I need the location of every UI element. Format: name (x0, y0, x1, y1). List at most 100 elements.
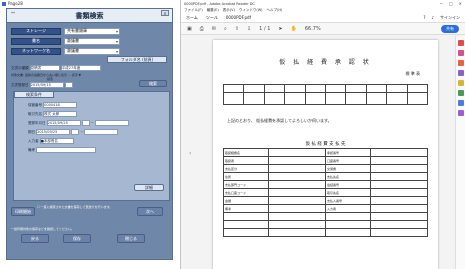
tab-tools[interactable]: ツール (206, 15, 218, 21)
table-cell: 支払区分 (223, 164, 269, 173)
chevron-down-icon: ▾ (115, 38, 118, 44)
print-start-button[interactable]: 印刷開始 (11, 207, 35, 216)
signin-link[interactable]: サインイン (440, 15, 460, 21)
export-pdf-icon[interactable] (458, 40, 464, 46)
share-button[interactable]: 共有 (441, 24, 459, 33)
app-titlebar: Page28 (0, 0, 180, 7)
status-input[interactable]: 見積書 (29, 65, 60, 71)
pdf-viewer-window: 0000PDF.pdf - Adobe Acrobat Reader DC − … (180, 0, 465, 269)
date-input[interactable]: 2015/09/15 (29, 82, 64, 88)
status-row: 文書の種類 見積書 平成27年度 (11, 65, 101, 71)
storage-no-input[interactable]: 0000418 (43, 102, 78, 108)
exit-button[interactable]: 閉じる (117, 234, 145, 243)
calendar-icon[interactable] (64, 82, 73, 88)
calendar-icon[interactable] (71, 129, 80, 135)
go-button[interactable]: 検索 (139, 80, 167, 87)
doc-title: 仮 払 経 費 承 認 状 (279, 59, 372, 66)
help-icon[interactable]: ? (423, 15, 425, 20)
tab-home[interactable]: ホーム (186, 15, 198, 21)
send-icon[interactable] (458, 110, 464, 116)
table-cell: 支払口座コード (223, 188, 269, 197)
close-icon[interactable]: × (459, 1, 462, 6)
menu-help[interactable]: ヘルプ(H) (267, 8, 283, 13)
search-app-window: Page28 ** 書類検索 × ストレージ 共有書類庫 ▾ 書名 稟議書 ▾ ネッ… (0, 0, 180, 269)
payee-table: 取扱経費名 承認番号 取扱者 口座番号 支払区分 交通費 住所 支払先名 支払部門コード… (223, 148, 429, 237)
detail-button[interactable]: 詳細 (134, 184, 164, 191)
create-pdf-icon[interactable] (458, 50, 464, 56)
bottom-note: 一括印刷対象の保存などを確認してください。 (11, 227, 74, 231)
menu-window[interactable]: ウィンドウ(W) (239, 8, 263, 13)
calendar-icon[interactable] (81, 120, 90, 126)
table-cell: 口座番号 (324, 156, 371, 165)
due-to-input[interactable] (84, 129, 119, 135)
stamp-icon[interactable] (458, 80, 464, 86)
page-number[interactable]: 1 / 1 (259, 26, 270, 32)
doc-subtitle: 標 準 表 (405, 71, 420, 76)
table-cell: 取扱者 (223, 156, 269, 165)
viewer-window-title: 0000PDF.pdf - Adobe Acrobat Reader DC (184, 1, 255, 6)
protect-icon[interactable] (458, 100, 464, 106)
folder-button[interactable]: フォルダ名 (前頁) (107, 56, 167, 63)
approval-grid (222, 84, 429, 105)
print-icon[interactable]: ⎙ (200, 26, 204, 32)
inputter-select[interactable]: ■本部長名 (39, 138, 74, 144)
table-cell: 交通費 (324, 164, 371, 173)
search-panel: ** 書類検索 × ストレージ 共有書類庫 ▾ 書名 稟議書 ▾ ネットワーク名 稟… (6, 8, 173, 260)
next-button[interactable]: 次へ (137, 207, 163, 216)
prev-page-icon[interactable]: ‹ (189, 150, 191, 157)
reg-date-input[interactable]: 2015/09/25 (46, 120, 81, 126)
row-client: 取引先名 株式 太郎 (28, 111, 78, 117)
row-remarks: 備考 (28, 147, 97, 153)
organize-icon[interactable] (458, 90, 464, 96)
zoom-level[interactable]: 66.7% (305, 26, 321, 32)
menu-view[interactable]: 表示(V) (223, 8, 235, 13)
client-input[interactable]: 株式 太郎 (43, 111, 78, 117)
field-network: ネットワーク名 稟議書 ▾ (11, 47, 120, 55)
menu-edit[interactable]: 編集(E) (207, 8, 219, 13)
pdf-page: 仮 払 経 費 承 認 状 標 準 表 上記のとおり、 仮払経費を承認してよろし… (213, 40, 438, 269)
minimize-icon[interactable]: − (440, 1, 443, 6)
checkbox-text[interactable]: ☐ 一度に検索された文書を保存して頁送りを行います。 (37, 205, 127, 209)
comment-icon[interactable] (458, 60, 464, 66)
menu-file[interactable]: ファイル(F) (184, 8, 203, 13)
table-cell: 支払先名 (324, 172, 371, 181)
field-label: ストレージ (11, 27, 61, 35)
date-row: 文書登録日 2015/09/15 (11, 82, 73, 88)
remarks-input[interactable] (36, 147, 97, 153)
maximize-icon[interactable]: □ (449, 1, 453, 6)
criteria-tab[interactable]: 検索条件 (14, 91, 54, 98)
panel-header: ** 書類検索 × (7, 9, 172, 23)
bell-icon[interactable]: ♪ (431, 15, 434, 20)
zoom-icon[interactable]: ⌕ (224, 26, 227, 32)
due-input[interactable]: 2015/09/25 (36, 129, 71, 135)
mail-icon[interactable]: ✉ (212, 26, 216, 32)
criteria-box: 検索条件 保管番号 0000418 取引先名 株式 太郎 登録年月日 2015/… (13, 91, 170, 201)
tools-sidebar (455, 36, 465, 269)
reg-date-to-input[interactable] (94, 120, 129, 126)
year-select[interactable]: 平成27年度 (60, 65, 101, 71)
cursor-icon[interactable]: ➤ (278, 26, 282, 32)
table-cell: 取引先名 (324, 188, 371, 197)
network-select[interactable]: 稟議書 ▾ (64, 47, 120, 55)
back-button[interactable]: 戻る (21, 234, 49, 243)
row-storage-no: 保管番号 0000418 (28, 102, 78, 108)
app-window-title: Page28 (8, 1, 23, 6)
sub-note: 検索 (47, 77, 54, 81)
page-up-icon[interactable]: ⇧ (235, 26, 239, 32)
viewer-tabs: ホーム ツール 0000PDF.pdf ? ♪ サインイン (181, 13, 465, 23)
create-icon[interactable]: ▣ (187, 26, 192, 32)
doc-body: 上記のとおり、 仮払経費を承認してよろしいか伺います。 (227, 118, 332, 123)
chevron-down-icon: ▾ (115, 28, 118, 34)
save-button[interactable]: 保存 (63, 234, 91, 243)
chevron-down-icon: ▾ (115, 48, 118, 54)
field-label: ネットワーク名 (11, 47, 61, 55)
hand-icon[interactable]: ✋ (291, 26, 297, 32)
page-down-icon[interactable]: ⇩ (247, 26, 251, 32)
book-select[interactable]: 稟議書 ▾ (64, 37, 120, 45)
table-cell: 入力者 (324, 204, 371, 213)
table-title: 仮 払 経 費 支 払 先 (305, 142, 346, 147)
tab-document[interactable]: 0000PDF.pdf (226, 15, 251, 20)
storage-select[interactable]: 共有書類庫 ▾ (64, 27, 120, 35)
close-icon[interactable]: × (161, 10, 169, 16)
fill-sign-icon[interactable] (458, 70, 464, 76)
